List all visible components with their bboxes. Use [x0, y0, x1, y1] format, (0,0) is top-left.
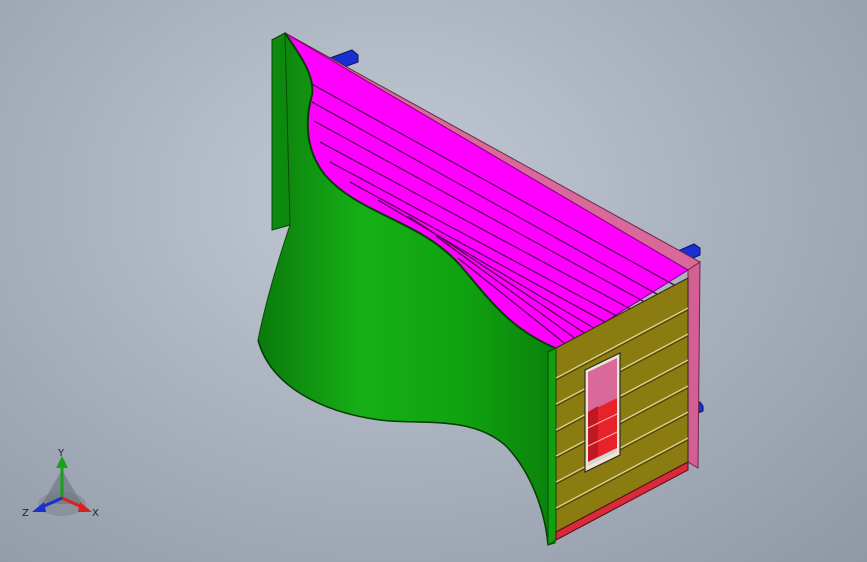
y-axis-label: Y: [57, 448, 65, 459]
3d-graphics-viewport[interactable]: Y X Z: [0, 0, 867, 562]
z-axis-label: Z: [22, 508, 29, 519]
front-opening: [584, 352, 621, 473]
view-orientation-triad[interactable]: Y X Z: [20, 446, 110, 526]
x-axis-label: X: [92, 508, 99, 519]
3d-model-louver-housing[interactable]: [0, 0, 867, 562]
